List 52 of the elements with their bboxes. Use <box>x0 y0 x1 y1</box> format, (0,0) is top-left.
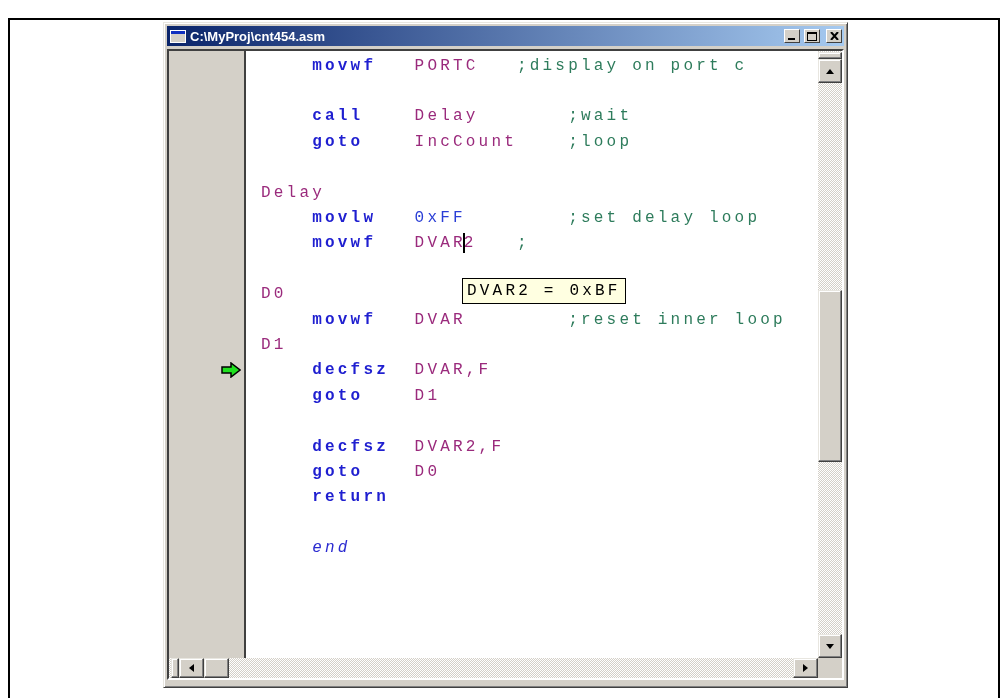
down-arrow-icon <box>826 643 834 649</box>
instruction-operand: D1 <box>414 386 441 405</box>
code-comment: ;display on port c <box>516 56 748 75</box>
instruction-mnemonic: goto <box>312 132 364 151</box>
scroll-down-button[interactable] <box>818 634 842 658</box>
minimize-button[interactable] <box>784 29 800 43</box>
code-label: D1 <box>261 336 287 354</box>
maximize-button[interactable] <box>804 29 820 43</box>
instruction-mnemonic: movwf <box>312 56 377 75</box>
scroll-thumb[interactable] <box>818 290 842 462</box>
code-comment: ; <box>516 234 530 253</box>
instruction-mnemonic: movlw <box>312 209 377 228</box>
instruction-operand: DVAR <box>414 310 466 329</box>
instruction-mnemonic: decfsz <box>312 361 389 380</box>
value-tooltip: DVAR2 = 0xBF <box>462 278 626 304</box>
directive-keyword: end <box>312 539 351 558</box>
instruction-operand: DVAR2,F <box>414 437 505 456</box>
instruction-operand: IncCount <box>414 132 517 151</box>
document-window-icon <box>170 29 186 43</box>
code-comment: ;reset inner loop <box>568 310 786 329</box>
instruction-operand: D0 <box>414 462 441 481</box>
scroll-up-button[interactable] <box>818 59 842 83</box>
instruction-mnemonic: goto <box>312 462 364 481</box>
instruction-mnemonic: decfsz <box>312 437 389 456</box>
number-literal: 0xFF <box>414 209 466 228</box>
instruction-mnemonic: movwf <box>312 234 377 253</box>
vertical-scrollbar[interactable] <box>818 51 842 658</box>
code-label: Delay <box>261 183 325 202</box>
instruction-operand: Delay <box>414 107 479 126</box>
horizontal-scrollbar[interactable] <box>169 658 818 678</box>
maximize-icon <box>807 31 817 41</box>
instruction-operand: DVAR,F <box>414 361 492 380</box>
instruction-operand: PORTC <box>414 56 479 75</box>
scroll-left-button[interactable] <box>179 658 204 678</box>
code-comment: ;loop <box>568 132 633 151</box>
code-comment: ;set delay loop <box>568 209 761 228</box>
code-comment: ;wait <box>568 107 633 126</box>
splitter-handle[interactable] <box>171 658 179 678</box>
instruction-mnemonic: goto <box>312 386 364 405</box>
close-button[interactable] <box>826 29 842 43</box>
left-arrow-icon <box>189 664 194 672</box>
right-arrow-icon <box>803 664 808 672</box>
code-label: D0 <box>261 285 287 304</box>
close-icon <box>829 32 839 40</box>
splitter-handle[interactable] <box>818 52 842 59</box>
instruction-mnemonic: movwf <box>312 310 377 329</box>
up-arrow-icon <box>826 68 834 74</box>
instruction-mnemonic: return <box>312 488 389 507</box>
scroll-thumb[interactable] <box>204 658 229 678</box>
instruction-mnemonic: call <box>312 107 364 126</box>
scroll-right-button[interactable] <box>793 658 818 678</box>
window-title: C:\MyProj\cnt454.asm <box>190 28 327 44</box>
